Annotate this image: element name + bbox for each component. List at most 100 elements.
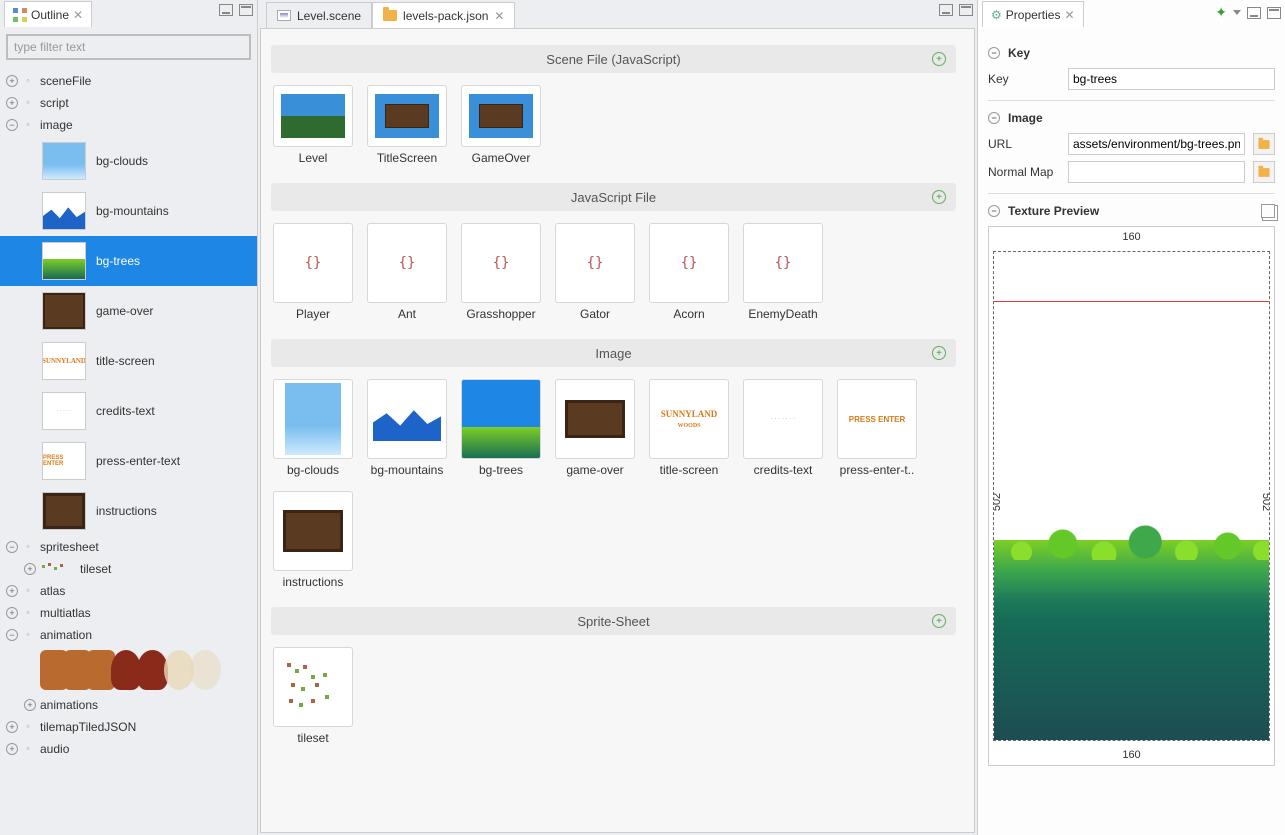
card-credits-text[interactable]: · · · · · · ·credits-text <box>743 379 823 477</box>
tree-item-game-over[interactable]: game-over <box>0 286 257 336</box>
copy-icon[interactable] <box>1261 204 1275 218</box>
tree-item-press-enter[interactable]: PRESS ENTER press-enter-text <box>0 436 257 486</box>
editor-content[interactable]: Scene File (JavaScript) + Level TitleScr… <box>261 29 974 832</box>
tree-node-atlas[interactable]: +◦atlas <box>0 580 257 602</box>
tab-label: Level.scene <box>297 9 361 23</box>
card-press-enter[interactable]: PRESS ENTERpress-enter-t.. <box>837 379 917 477</box>
add-button[interactable]: + <box>932 346 946 360</box>
filter-input[interactable]: type filter text <box>6 34 251 60</box>
tree-node-tileset[interactable]: +tileset <box>0 558 257 580</box>
menu-icon[interactable] <box>1233 10 1241 15</box>
section-header-jsfile: JavaScript File + <box>271 183 956 211</box>
new-page-icon[interactable]: ✦ <box>1215 4 1227 21</box>
tab-level-scene[interactable]: Level.scene <box>266 2 372 28</box>
tree-item-bg-mountains[interactable]: bg-mountains <box>0 186 257 236</box>
close-icon[interactable]: ✕ <box>73 8 83 22</box>
maximize-icon[interactable] <box>959 4 973 16</box>
properties-tab[interactable]: ⚙ Properties ✕ <box>982 1 1084 27</box>
tab-label: levels-pack.json <box>403 9 488 23</box>
tree-item-title-screen[interactable]: SUNNYLAND title-screen <box>0 336 257 386</box>
close-icon[interactable]: ✕ <box>494 9 504 23</box>
tree-item-credits-text[interactable]: · · · · · credits-text <box>0 386 257 436</box>
tree-node-spritesheet[interactable]: −◦spritesheet <box>0 536 257 558</box>
section-header-image: Image + <box>271 339 956 367</box>
properties-tab-label: Properties <box>1006 8 1061 22</box>
tree-node-image[interactable]: −◦image <box>0 114 257 136</box>
outline-panel: Outline ✕ type filter text +◦sceneFile +… <box>0 0 258 835</box>
tree-node-multiatlas[interactable]: +◦multiatlas <box>0 602 257 624</box>
tree-node-tilemap[interactable]: +◦tilemapTiledJSON <box>0 716 257 738</box>
animation-sprites-preview <box>0 646 257 694</box>
card-gator[interactable]: {}Gator <box>555 223 635 321</box>
minimize-icon[interactable] <box>1247 7 1261 19</box>
maximize-icon[interactable] <box>239 4 253 16</box>
card-enemydeath[interactable]: {}EnemyDeath <box>743 223 823 321</box>
browse-button[interactable] <box>1253 133 1275 155</box>
card-titlescreen[interactable]: TitleScreen <box>367 85 447 165</box>
properties-tabbar: ⚙ Properties ✕ ✦ <box>978 0 1285 28</box>
card-title-screen[interactable]: SUNNYLANDWOODStitle-screen <box>649 379 729 477</box>
folder-icon <box>1258 140 1269 149</box>
section-title: JavaScript File <box>571 190 656 205</box>
tree-node-audio[interactable]: +◦audio <box>0 738 257 760</box>
card-player[interactable]: {}Player <box>273 223 353 321</box>
texture-preview: 160 160 502 502 <box>988 226 1275 766</box>
section-header-spritesheet: Sprite-Sheet + <box>271 607 956 635</box>
properties-panel: ⚙ Properties ✕ ✦ −Key Key −Image URL <box>977 0 1285 835</box>
card-game-over[interactable]: game-over <box>555 379 635 477</box>
tree-item-label: bg-mountains <box>96 204 169 218</box>
normalmap-label: Normal Map <box>988 165 1060 179</box>
normalmap-input[interactable] <box>1068 161 1245 183</box>
outline-tab[interactable]: Outline ✕ <box>4 1 92 27</box>
tab-levels-pack[interactable]: levels-pack.json ✕ <box>372 2 515 28</box>
editor-tabbar: Level.scene levels-pack.json ✕ <box>258 0 977 28</box>
tree-item-bg-clouds[interactable]: bg-clouds <box>0 136 257 186</box>
tree-item-label: game-over <box>96 304 153 318</box>
dim-width-top: 160 <box>1122 231 1140 243</box>
scene-icon <box>277 10 291 21</box>
outline-icon <box>13 8 27 22</box>
minimize-icon[interactable] <box>219 4 233 16</box>
browse-button[interactable] <box>1253 161 1275 183</box>
card-ant[interactable]: {}Ant <box>367 223 447 321</box>
add-button[interactable]: + <box>932 614 946 628</box>
tree-item-label: title-screen <box>96 354 155 368</box>
tree-node-script[interactable]: +◦script <box>0 92 257 114</box>
tree-item-label: credits-text <box>96 404 155 418</box>
section-title: Sprite-Sheet <box>577 614 649 629</box>
gear-icon: ⚙ <box>991 8 1002 22</box>
section-preview: −Texture Preview <box>988 204 1275 218</box>
outline-tree: +◦sceneFile +◦script −◦image bg-clouds b… <box>0 66 257 835</box>
tree-item-label: bg-clouds <box>96 154 148 168</box>
url-input[interactable] <box>1068 133 1245 155</box>
card-level[interactable]: Level <box>273 85 353 165</box>
outline-tabbar: Outline ✕ <box>0 0 257 28</box>
outline-tab-label: Outline <box>31 8 69 22</box>
card-bg-mountains[interactable]: bg-mountains <box>367 379 447 477</box>
key-input[interactable] <box>1068 68 1275 90</box>
folder-icon <box>383 10 397 21</box>
card-bg-clouds[interactable]: bg-clouds <box>273 379 353 477</box>
key-label: Key <box>988 72 1060 86</box>
tree-item-bg-trees[interactable]: bg-trees <box>0 236 257 286</box>
card-grasshopper[interactable]: {}Grasshopper <box>461 223 541 321</box>
tree-node-scenefile[interactable]: +◦sceneFile <box>0 70 257 92</box>
add-button[interactable]: + <box>932 190 946 204</box>
close-icon[interactable]: ✕ <box>1064 8 1074 22</box>
minimize-icon[interactable] <box>939 4 953 16</box>
filter-placeholder: type filter text <box>14 40 85 54</box>
card-acorn[interactable]: {}Acorn <box>649 223 729 321</box>
tree-node-animations[interactable]: +animations <box>0 694 257 716</box>
maximize-icon[interactable] <box>1267 7 1281 19</box>
card-tileset[interactable]: tileset <box>273 647 353 745</box>
url-label: URL <box>988 137 1060 151</box>
section-header-scenefile: Scene File (JavaScript) + <box>271 45 956 73</box>
card-bg-trees[interactable]: bg-trees <box>461 379 541 477</box>
card-instructions[interactable]: instructions <box>273 491 353 589</box>
section-title: Scene File (JavaScript) <box>546 52 680 67</box>
add-button[interactable]: + <box>932 52 946 66</box>
tree-item-label: press-enter-text <box>96 454 180 468</box>
card-gameover[interactable]: GameOver <box>461 85 541 165</box>
tree-item-instructions[interactable]: instructions <box>0 486 257 536</box>
tree-node-animation[interactable]: −◦animation <box>0 624 257 646</box>
